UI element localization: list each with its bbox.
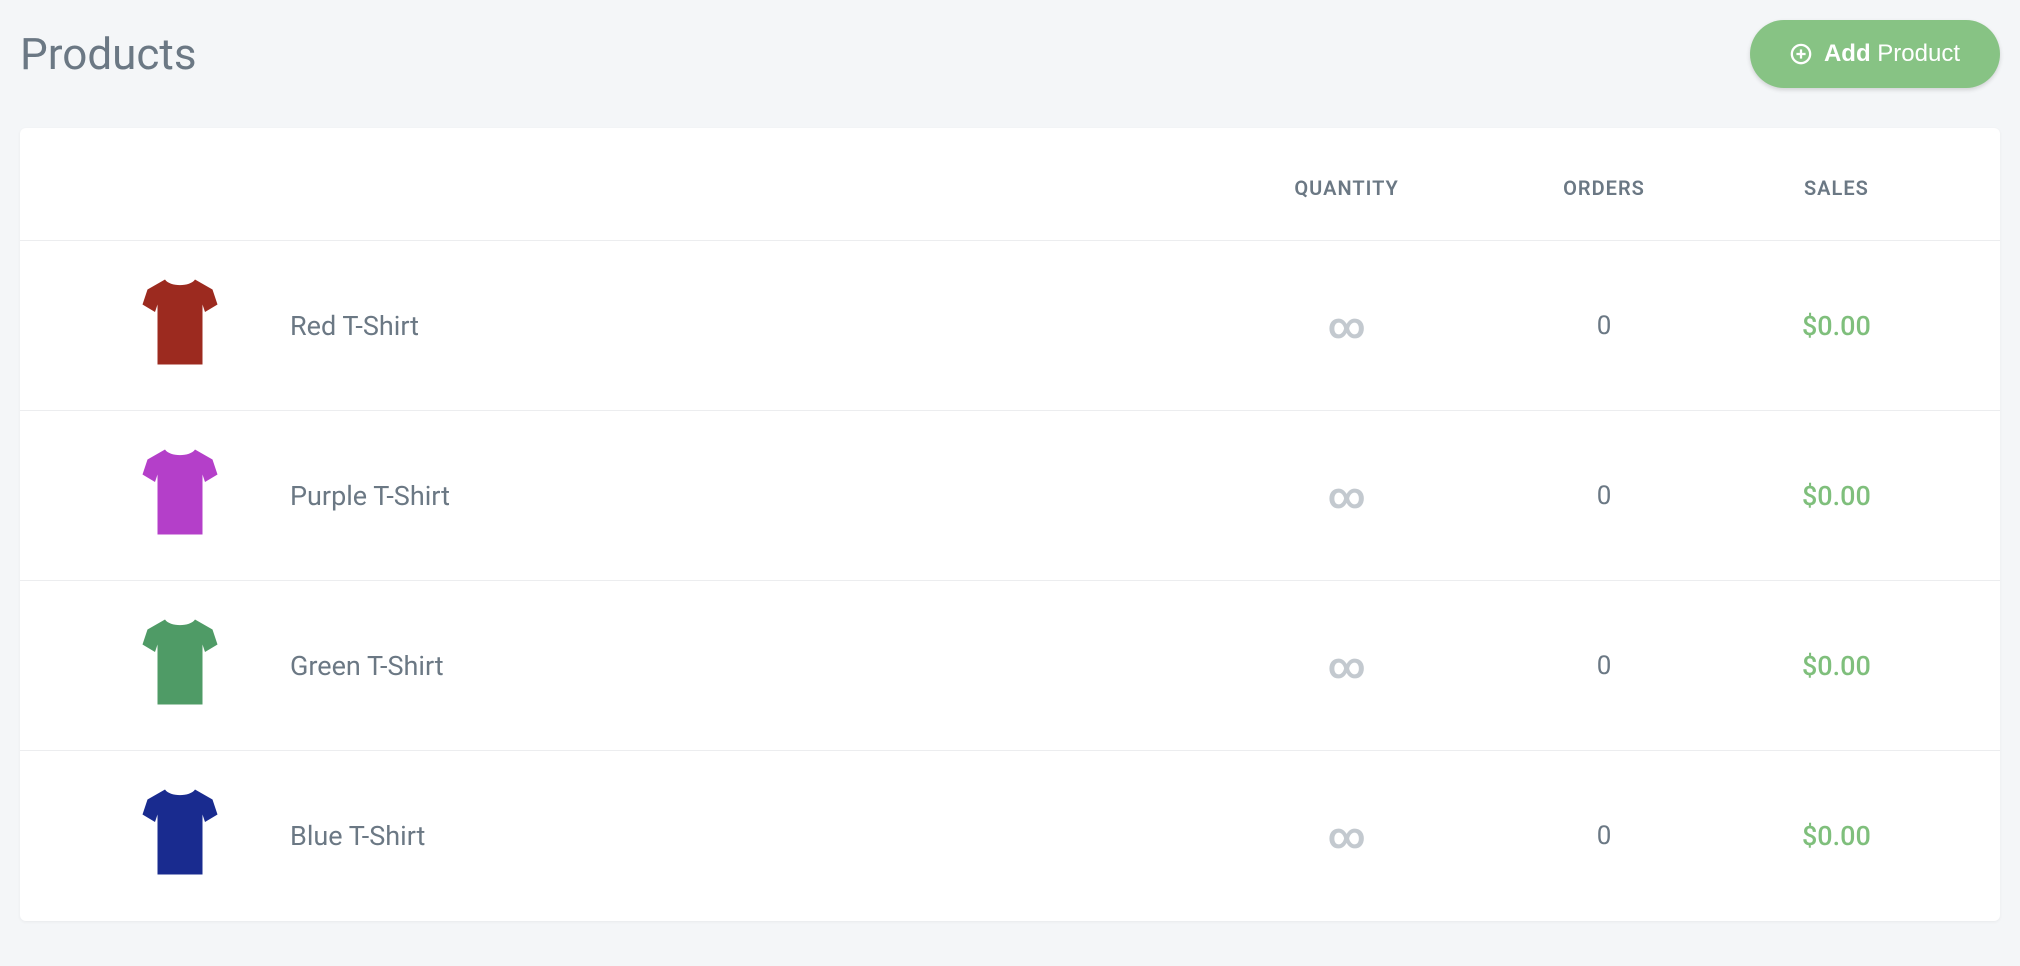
quantity-value: ∞ [1328, 645, 1366, 687]
tshirt-icon [140, 447, 220, 544]
orders-value: 0 [1597, 481, 1612, 511]
sales-value: $0.00 [1802, 650, 1871, 682]
quantity-value: ∞ [1328, 475, 1366, 517]
sales-value: $0.00 [1802, 820, 1871, 852]
table-row[interactable]: Green T-Shirt ∞ 0 $0.00 [20, 581, 2000, 751]
tshirt-icon [140, 277, 220, 374]
col-header-product [20, 128, 1208, 241]
products-table-card: QUANTITY ORDERS SALES Red T-Shirt ∞ 0 $0… [20, 128, 2000, 921]
tshirt-icon [140, 617, 220, 714]
col-header-quantity: QUANTITY [1208, 128, 1485, 241]
orders-value: 0 [1597, 821, 1612, 851]
product-name: Blue T-Shirt [290, 820, 425, 852]
page-title: Products [20, 28, 197, 80]
add-button-label: Add Product [1824, 40, 1960, 68]
col-header-orders: ORDERS [1485, 128, 1723, 241]
sales-value: $0.00 [1802, 480, 1871, 512]
orders-value: 0 [1597, 651, 1612, 681]
product-name: Purple T-Shirt [290, 480, 450, 512]
tshirt-icon [140, 787, 220, 884]
table-row[interactable]: Red T-Shirt ∞ 0 $0.00 [20, 241, 2000, 411]
add-product-button[interactable]: Add Product [1750, 20, 2000, 88]
sales-value: $0.00 [1802, 310, 1871, 342]
quantity-value: ∞ [1328, 305, 1366, 347]
table-row[interactable]: Blue T-Shirt ∞ 0 $0.00 [20, 751, 2000, 921]
product-name: Green T-Shirt [290, 650, 444, 682]
products-table: QUANTITY ORDERS SALES Red T-Shirt ∞ 0 $0… [20, 128, 2000, 921]
table-row[interactable]: Purple T-Shirt ∞ 0 $0.00 [20, 411, 2000, 581]
quantity-value: ∞ [1328, 815, 1366, 857]
product-name: Red T-Shirt [290, 310, 419, 342]
col-header-sales: SALES [1723, 128, 2000, 241]
plus-circle-icon [1790, 43, 1812, 65]
orders-value: 0 [1597, 311, 1612, 341]
